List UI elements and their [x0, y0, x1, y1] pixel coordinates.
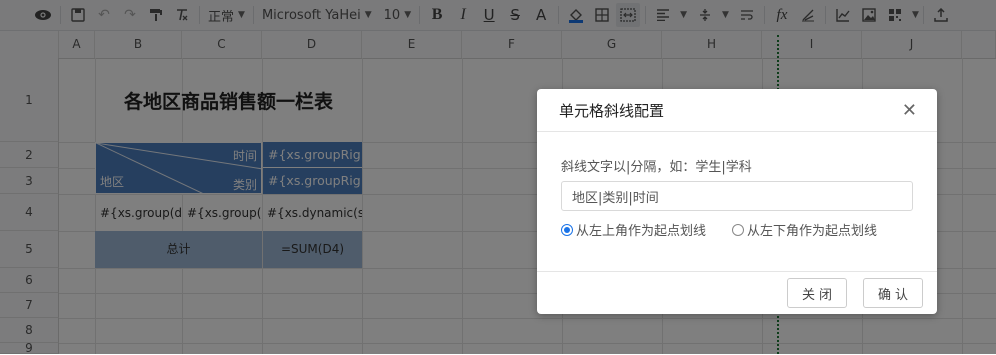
radio-option-top-left[interactable]: 从左上角作为起点划线: [561, 220, 706, 239]
radio-top-left[interactable]: [561, 223, 573, 236]
radio-label-top-left: 从左上角作为起点划线: [576, 224, 707, 239]
radio-label-bottom-left: 从左下角作为起点划线: [747, 224, 878, 239]
close-button[interactable]: 关闭: [787, 278, 847, 308]
dialog-title: 单元格斜线配置: [559, 101, 665, 120]
dialog-header: 单元格斜线配置 ✕: [537, 89, 937, 132]
dialog-body: 斜线文字以|分隔，如：学生|学科 从左上角作为起点划线 从左下角作为起点划线: [537, 156, 937, 239]
confirm-button[interactable]: 确认: [863, 278, 923, 308]
close-icon[interactable]: ✕: [902, 100, 917, 121]
start-point-radio-group: 从左上角作为起点划线 从左下角作为起点划线: [561, 220, 913, 239]
diagonal-config-dialog: 单元格斜线配置 ✕ 斜线文字以|分隔，如：学生|学科 从左上角作为起点划线 从左…: [537, 89, 937, 314]
radio-bottom-left[interactable]: [732, 223, 745, 236]
diagonal-text-input[interactable]: [561, 181, 913, 211]
radio-option-bottom-left[interactable]: 从左下角作为起点划线: [732, 220, 877, 239]
dialog-footer: 关闭 确认: [537, 271, 937, 314]
diagonal-text-hint: 斜线文字以|分隔，如：学生|学科: [561, 160, 752, 175]
